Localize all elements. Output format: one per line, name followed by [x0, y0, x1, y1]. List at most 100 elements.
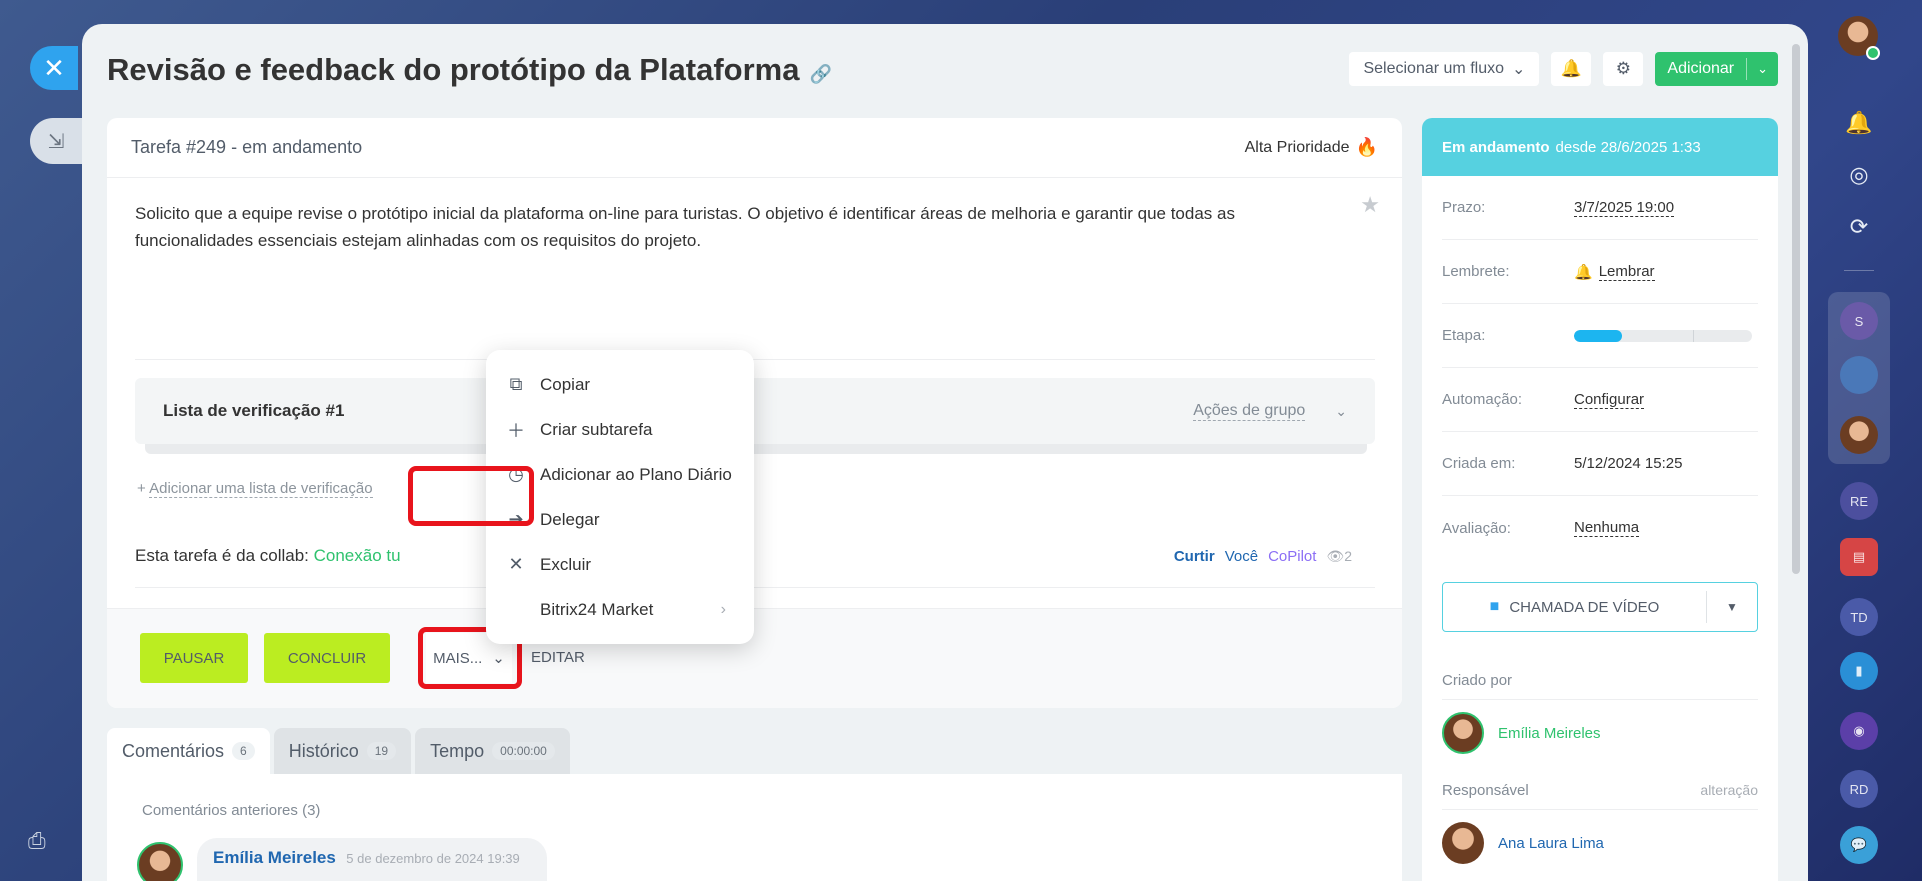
liked-by-copilot[interactable]: CoPilot [1268, 548, 1316, 565]
eye-icon: 👁 [1326, 548, 1345, 564]
task-panel: Revisão e feedback do protótipo da Plata… [82, 24, 1808, 881]
stage-row: Etapa: [1442, 304, 1758, 368]
camera-icon: ■ [1489, 598, 1500, 615]
finish-button[interactable]: CONCLUIR [264, 633, 390, 683]
avatar[interactable] [137, 842, 183, 881]
chat-icon[interactable]: 💬 [1840, 826, 1878, 864]
deadline-row: Prazo: 3/7/2025 19:00 [1442, 176, 1758, 240]
chevron-down-icon[interactable]: ⌄ [1747, 61, 1778, 77]
rail-chat-person[interactable] [1840, 416, 1878, 454]
task-sidebar: Em andamento desde 28/6/2025 1:33 Prazo:… [1422, 118, 1778, 881]
comment-author[interactable]: Emília Meireles [213, 848, 336, 867]
tab-history[interactable]: Histórico 19 [273, 728, 412, 774]
task-id-status: Tarefa #249 - em andamento [131, 137, 363, 157]
responsible-person: Ana Laura Lima [1442, 822, 1758, 864]
created-row: Criada em: 5/12/2024 15:25 [1442, 432, 1758, 496]
add-button[interactable]: Adicionar ⌄ [1655, 52, 1778, 86]
configure-link[interactable]: Configurar [1574, 391, 1645, 409]
avatar[interactable] [1442, 822, 1484, 864]
bookmark-icon[interactable]: ▮ [1840, 652, 1878, 690]
comment-date: 5 de dezembro de 2024 19:39 [346, 851, 520, 866]
collab-info: Esta tarefa é da collab: Conexão tu [135, 546, 401, 565]
notifications-button[interactable]: 🔔 [1551, 52, 1592, 86]
tabs: Comentários 6 Histórico 19 Tempo 00:00:0… [107, 728, 570, 774]
views-count: 👁2 [1326, 548, 1352, 564]
collab-link[interactable]: Conexão tu [314, 546, 401, 565]
scrollbar[interactable] [1792, 44, 1800, 574]
reactions: Curtir Você CoPilot 👁2 [1174, 548, 1352, 565]
task-header: Tarefa #249 - em andamento Alta Priorida… [107, 118, 1402, 178]
task-card: Tarefa #249 - em andamento Alta Priorida… [107, 118, 1402, 708]
liked-by-you[interactable]: Você [1225, 548, 1258, 565]
rating-value[interactable]: Nenhuma [1574, 519, 1640, 537]
flow-select[interactable]: Selecionar um fluxo ⌄ [1349, 52, 1540, 86]
tab-comments[interactable]: Comentários 6 [107, 728, 270, 774]
change-responsible-link[interactable]: alteração [1700, 782, 1758, 799]
group-actions-link[interactable]: Ações de grupo [1193, 402, 1306, 421]
avatar[interactable] [1442, 712, 1484, 754]
bell-icon: 🔔 [1560, 59, 1582, 78]
chevron-right-icon: › [720, 600, 726, 618]
rail-chat-rd[interactable]: RD [1840, 770, 1878, 808]
reminder-link[interactable]: Lembrar [1598, 263, 1655, 281]
deadline-value[interactable]: 3/7/2025 19:00 [1574, 199, 1675, 217]
automation-row: Automação: Configurar [1442, 368, 1758, 432]
rail-chat-s[interactable]: S [1840, 302, 1878, 340]
right-rail: 🔔 ◎ ⟳ S RE ▤ TD ▮ ◉ RD 💬 [1826, 0, 1922, 881]
checklist-header[interactable]: Lista de verificação #1 Ações de grupo ⌄ [135, 378, 1375, 444]
close-slider-button[interactable]: ✕ [30, 46, 78, 90]
checklist-title: Lista de verificação #1 [163, 401, 345, 420]
tab-time[interactable]: Tempo 00:00:00 [415, 728, 570, 774]
chevron-down-icon: ⌄ [1511, 61, 1526, 78]
copy-icon: ⧉ [509, 374, 523, 394]
created-value: 5/12/2024 15:25 [1574, 455, 1683, 472]
priority-badge[interactable]: Alta Prioridade 🔥 [1245, 137, 1378, 158]
sync-icon[interactable]: ⟳ [1842, 210, 1876, 244]
print-icon[interactable]: ⎙ [28, 828, 46, 854]
like-button[interactable]: Curtir [1174, 548, 1215, 565]
add-checklist-link[interactable]: + Adicionar uma lista de verificação [137, 480, 373, 498]
reminder-icon: 🔔 [1574, 263, 1593, 281]
previous-comments-link[interactable]: Comentários anteriores (3) [142, 802, 320, 819]
target-icon[interactable]: ◎ [1842, 158, 1876, 192]
star-icon[interactable]: ★ [1360, 192, 1380, 218]
stage-progress[interactable] [1574, 329, 1752, 342]
link-icon[interactable]: 🔗 [810, 64, 832, 84]
online-status-icon [1866, 46, 1880, 60]
created-by-label: Criado por [1442, 672, 1758, 700]
task-description: Solicito que a equipe revise o protótipo… [135, 204, 1235, 250]
close-icon: ✕ [508, 554, 524, 574]
menu-item-create-subtask[interactable]: ＋ Criar subtarefa [486, 407, 754, 452]
id-card-icon[interactable]: ▤ [1840, 538, 1878, 576]
menu-item-copy[interactable]: ⧉ Copiar [486, 362, 754, 407]
close-icon: ✕ [43, 52, 65, 83]
plus-icon: ＋ [507, 420, 525, 441]
minimize-button[interactable]: ⇲ [30, 118, 82, 164]
chevron-down-icon[interactable]: ▼ [1707, 600, 1757, 614]
rail-chat-re[interactable]: RE [1840, 482, 1878, 520]
status-badge: Em andamento desde 28/6/2025 1:33 [1422, 118, 1778, 176]
delegate-highlight-box [408, 466, 534, 526]
edit-button[interactable]: EDITAR [531, 649, 585, 666]
gear-icon: ⚙ [1615, 59, 1632, 78]
menu-item-bitrix24-market[interactable]: Bitrix24 Market › [486, 587, 754, 632]
comments-section: Comentários anteriores (3) Emília Meirel… [107, 774, 1402, 881]
comment-item: Emília Meireles 5 de dezembro de 2024 19… [197, 838, 547, 881]
top-actions: Selecionar um fluxo ⌄ 🔔 ⚙ Adicionar ⌄ [1349, 52, 1778, 86]
bell-icon[interactable]: 🔔 [1842, 106, 1876, 140]
copilot-icon[interactable]: ◉ [1840, 712, 1878, 750]
rating-row: Avaliação: Nenhuma [1442, 519, 1640, 537]
settings-button[interactable]: ⚙ [1603, 52, 1644, 86]
minimize-icon: ⇲ [47, 130, 65, 153]
page-title: Revisão e feedback do protótipo da Plata… [107, 52, 832, 87]
video-call-button[interactable]: ■ CHAMADA DE VÍDEO ▼ [1442, 582, 1758, 632]
rail-chat-image[interactable] [1840, 356, 1878, 394]
menu-item-delete[interactable]: ✕ Excluir [486, 542, 754, 587]
flame-icon: 🔥 [1355, 137, 1378, 157]
created-by-person: Emília Meireles [1442, 712, 1758, 754]
responsible-label: Responsável alteração [1442, 782, 1758, 810]
pause-button[interactable]: PAUSAR [140, 633, 248, 683]
chevron-down-icon[interactable]: ⌄ [1335, 403, 1347, 420]
rail-chat-td[interactable]: TD [1840, 598, 1878, 636]
task-actions: PAUSAR CONCLUIR MAIS... ⌄ EDITAR [107, 608, 1402, 708]
